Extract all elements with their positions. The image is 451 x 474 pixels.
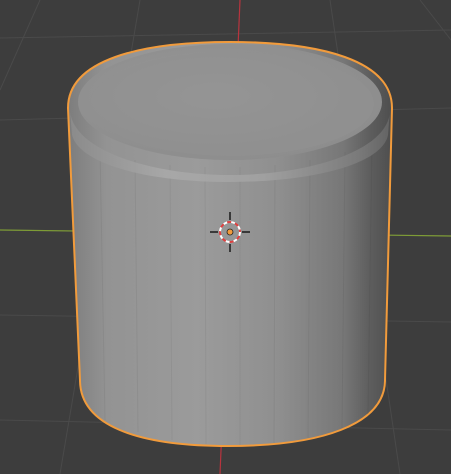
3d-viewport[interactable]	[0, 0, 451, 474]
origin-dot-icon	[226, 228, 234, 236]
cylinder-top-inner	[90, 52, 374, 156]
